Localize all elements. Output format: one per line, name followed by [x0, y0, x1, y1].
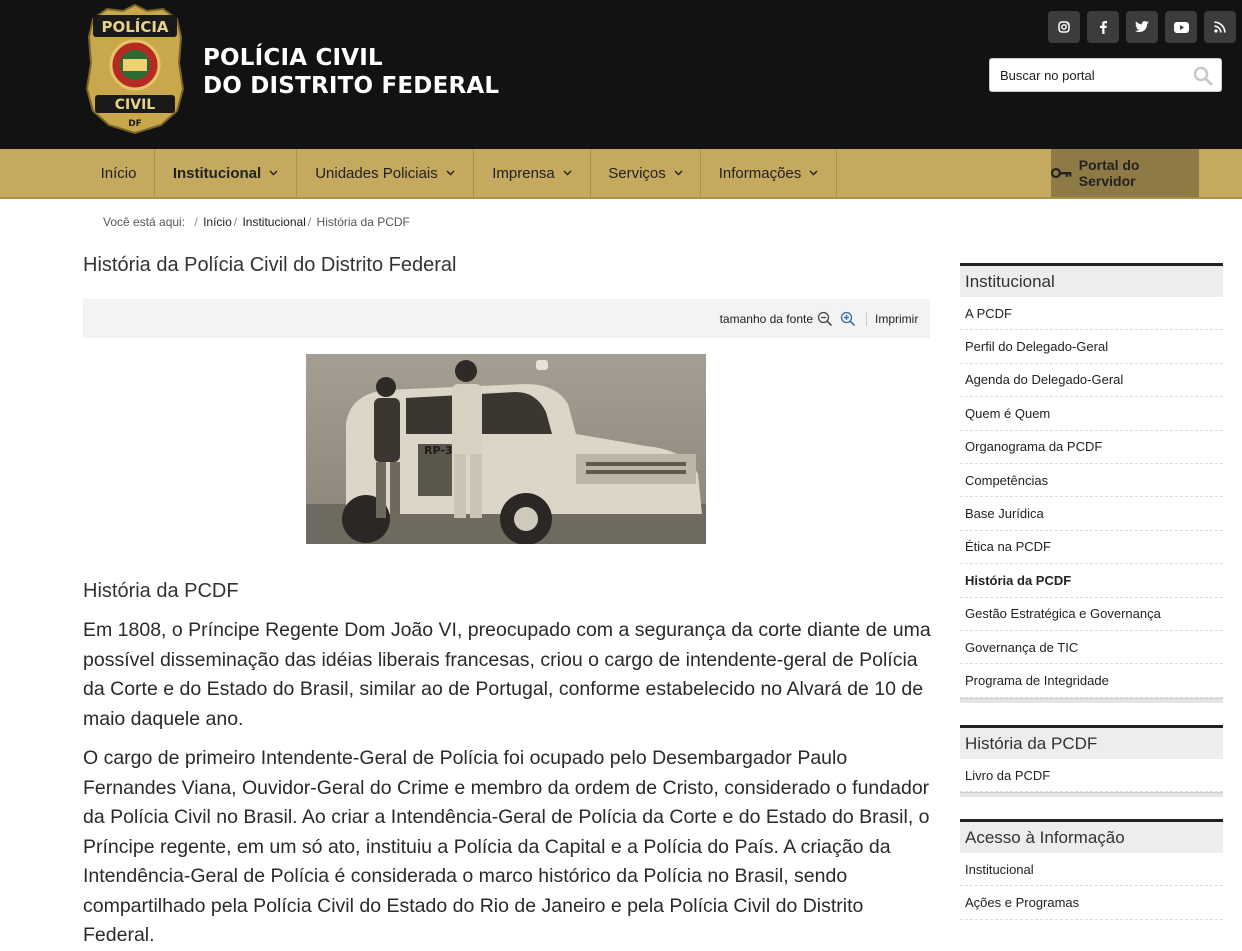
chevron-down-icon	[446, 170, 455, 176]
sidebar-item-a-pcdf[interactable]: A PCDF	[960, 297, 1223, 331]
sidebar-item-acesso-institucional[interactable]: Institucional	[960, 853, 1223, 887]
sidebar-item-historia-active[interactable]: História da PCDF	[960, 564, 1223, 598]
sidebar-item-acoes-programas[interactable]: Ações e Programas	[960, 886, 1223, 920]
portal-label: Portal do Servidor	[1078, 157, 1140, 189]
toolbar-divider	[866, 312, 867, 326]
nav-label: Institucional	[172, 164, 262, 182]
nav-label: Início	[100, 164, 137, 182]
sidebar-item-quem-e-quem[interactable]: Quem é Quem	[960, 397, 1223, 431]
breadcrumb: Você está aqui: / Início / Institucional /…	[103, 215, 410, 229]
key-icon	[1051, 167, 1072, 179]
historic-police-car-photo: RP-38	[306, 354, 706, 544]
chevron-down-icon	[674, 170, 683, 176]
chevron-down-icon	[809, 170, 818, 176]
twitter-icon[interactable]	[1126, 11, 1158, 43]
social-links	[1048, 11, 1236, 43]
instagram-icon[interactable]	[1048, 11, 1080, 43]
font-size-label: tamanho da fonte	[719, 312, 813, 326]
content-toolbar: tamanho da fonte Imprimir	[83, 299, 930, 338]
sidebar-item-governanca-tic[interactable]: Governança de TIC	[960, 631, 1223, 665]
search-input[interactable]	[1000, 68, 1180, 83]
badge-text-top: POLÍCIA	[101, 17, 168, 36]
sidebar-group-footer	[960, 697, 1223, 703]
sidebar-heading: Acesso à Informação	[960, 819, 1223, 853]
sidebar-institucional: Institucional A PCDF Perfil do Delegado-…	[960, 263, 1223, 703]
sidebar-item-competencias[interactable]: Competências	[960, 464, 1223, 498]
nav-item-imprensa[interactable]: Imprensa	[474, 149, 591, 197]
breadcrumb-prefix: Você está aqui:	[103, 215, 186, 229]
portal-do-servidor-button[interactable]: Portal do Servidor	[1051, 149, 1199, 197]
youtube-icon[interactable]	[1165, 11, 1197, 43]
pcdf-badge-logo[interactable]: POLÍCIA CIVIL DF	[85, 3, 185, 135]
main-nav: Início Institucional Unidades Policiais …	[0, 149, 1242, 199]
nav-item-servicos[interactable]: Serviços	[591, 149, 701, 197]
sidebar-item-agenda-delegado-geral[interactable]: Agenda do Delegado-Geral	[960, 364, 1223, 398]
sidebar-item-etica[interactable]: Ética na PCDF	[960, 531, 1223, 565]
badge-text-df: DF	[128, 119, 142, 129]
nav-item-institucional[interactable]: Institucional	[155, 149, 297, 197]
chevron-down-icon	[563, 170, 572, 176]
nav-label: Unidades Policiais	[315, 164, 438, 182]
rss-icon[interactable]	[1204, 11, 1236, 43]
sidebar-item-livro-pcdf[interactable]: Livro da PCDF	[960, 759, 1223, 793]
breadcrumb-link-institucional[interactable]: Institucional	[242, 215, 305, 229]
zoom-out-icon[interactable]	[817, 311, 833, 327]
breadcrumb-link-inicio[interactable]: Início	[203, 215, 232, 229]
nav-item-informacoes[interactable]: Informações	[701, 149, 837, 197]
search-box	[989, 58, 1222, 92]
breadcrumb-current: História da PCDF	[316, 215, 410, 229]
sidebar-item-base-juridica[interactable]: Base Jurídica	[960, 497, 1223, 531]
chevron-down-icon	[269, 170, 278, 176]
section-title: História da PCDF	[83, 580, 239, 602]
nav-label: Informações	[718, 164, 802, 182]
sidebar-item-perfil-delegado-geral[interactable]: Perfil do Delegado-Geral	[960, 330, 1223, 364]
print-link[interactable]: Imprimir	[875, 312, 918, 326]
sidebar-item-programa-integridade[interactable]: Programa de Integridade	[960, 664, 1223, 698]
nav-item-unidades-policiais[interactable]: Unidades Policiais	[297, 149, 474, 197]
sidebar-heading: História da PCDF	[960, 725, 1223, 759]
history-paragraph-1: Em 1808, o Príncipe Regente Dom João VI,…	[83, 619, 931, 730]
brand-line-1: POLÍCIA CIVIL	[203, 45, 383, 71]
nav-label: Serviços	[608, 164, 666, 182]
history-paragraph-2: O cargo de primeiro Intendente-Geral de …	[83, 747, 930, 946]
sidebar-group-footer	[960, 792, 1223, 798]
sidebar-item-gestao-estrategica[interactable]: Gestão Estratégica e Governança	[960, 598, 1223, 631]
zoom-in-icon[interactable]	[840, 311, 856, 327]
search-icon[interactable]	[1193, 66, 1213, 86]
sidebar-item-organograma[interactable]: Organograma da PCDF	[960, 431, 1223, 464]
sidebar-acesso-informacao: Acesso à Informação Institucional Ações …	[960, 819, 1223, 920]
site-brand[interactable]: POLÍCIA CIVIL DO DISTRITO FEDERAL	[203, 44, 499, 100]
nav-item-inicio[interactable]: Início	[83, 149, 155, 197]
sidebar-heading: Institucional	[960, 263, 1223, 297]
badge-text-bottom: CIVIL	[115, 97, 156, 113]
sidebar-historia: História da PCDF Livro da PCDF	[960, 725, 1223, 798]
page-title: História da Polícia Civil do Distrito Fe…	[83, 254, 457, 276]
facebook-icon[interactable]	[1087, 11, 1119, 43]
nav-label: Imprensa	[492, 164, 555, 182]
brand-line-2: DO DISTRITO FEDERAL	[203, 73, 500, 99]
site-header: POLÍCIA CIVIL DF POLÍCIA CIVIL DO DISTRI…	[0, 0, 1242, 149]
